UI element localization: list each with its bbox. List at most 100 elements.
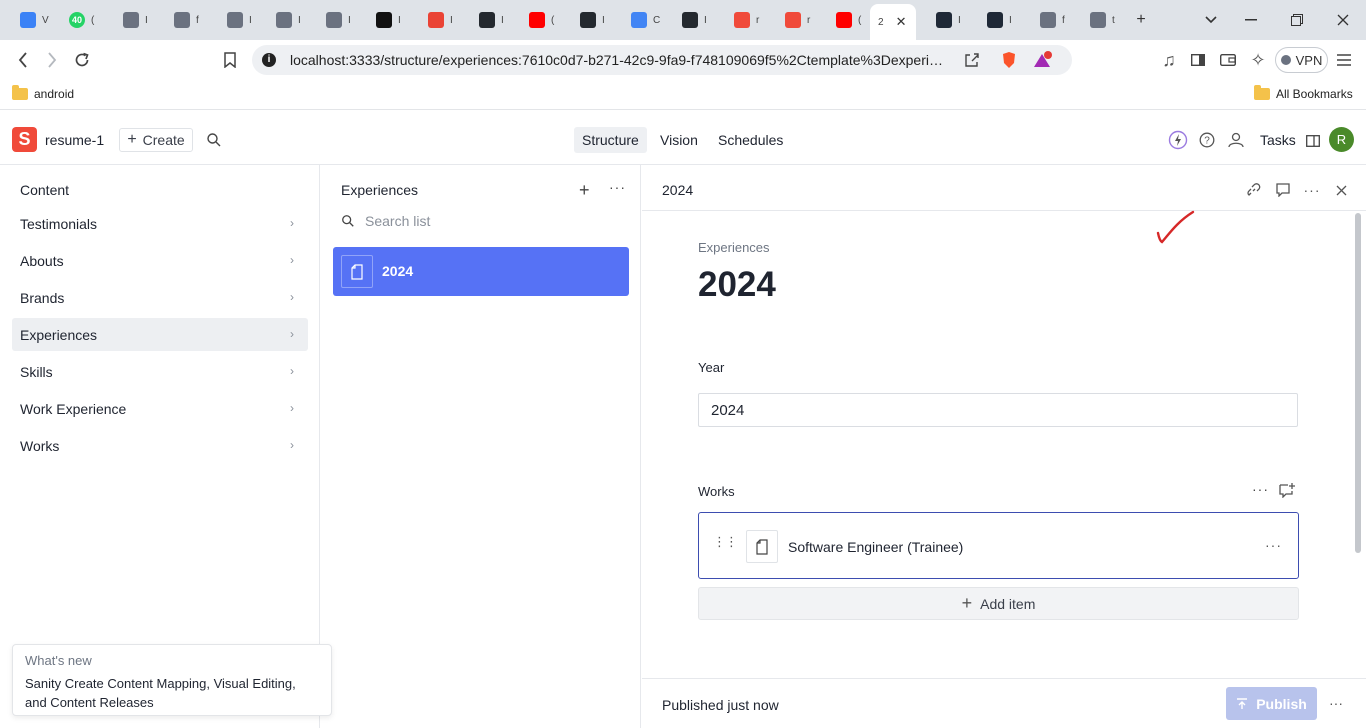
browser-tab[interactable]: ( bbox=[521, 6, 567, 34]
create-button[interactable]: + Create bbox=[119, 128, 193, 152]
lightning-icon[interactable] bbox=[1167, 129, 1189, 151]
sidebar-item-experiences[interactable]: Experiences › bbox=[12, 318, 308, 351]
browser-tab[interactable]: I bbox=[572, 6, 618, 34]
new-tab-icon[interactable]: + bbox=[1129, 8, 1153, 32]
avatar[interactable]: R bbox=[1329, 127, 1354, 152]
users-icon[interactable] bbox=[1225, 129, 1247, 151]
vpn-button[interactable]: VPN bbox=[1275, 47, 1328, 73]
forward-icon[interactable] bbox=[39, 48, 65, 72]
close-pane-icon[interactable] bbox=[1332, 181, 1350, 199]
sanity-icon bbox=[734, 12, 750, 28]
pane-menu-icon[interactable]: ··· bbox=[609, 179, 626, 195]
footer-menu-icon[interactable]: ··· bbox=[1329, 695, 1343, 711]
tab-title: I bbox=[1009, 14, 1012, 26]
chevron-right-icon: › bbox=[290, 216, 294, 230]
site-info-icon[interactable]: i bbox=[262, 53, 276, 67]
tasks-button[interactable]: Tasks bbox=[1260, 132, 1320, 148]
browser-tab[interactable]: r bbox=[726, 6, 772, 34]
sidebar-item-skills[interactable]: Skills › bbox=[12, 355, 308, 388]
address-bar[interactable]: i localhost:3333/structure/experiences:7… bbox=[252, 45, 1072, 75]
restore-window-icon[interactable] bbox=[1285, 8, 1309, 32]
add-document-icon[interactable]: + bbox=[579, 180, 590, 201]
search-list-input[interactable]: Search list bbox=[341, 213, 430, 229]
item-menu-icon[interactable]: ··· bbox=[1265, 537, 1282, 553]
close-tab-icon[interactable]: ✕ bbox=[896, 14, 907, 30]
share-icon[interactable] bbox=[962, 51, 982, 69]
browser-tab[interactable]: t bbox=[1082, 6, 1128, 34]
url-text[interactable]: localhost:3333/structure/experiences:761… bbox=[290, 52, 950, 68]
drag-handle-icon[interactable]: ⋮⋮ bbox=[713, 535, 738, 548]
brave-rewards-icon[interactable] bbox=[1033, 51, 1053, 69]
sidebar-item-work-experience[interactable]: Work Experience › bbox=[12, 392, 308, 425]
close-window-icon[interactable] bbox=[1331, 8, 1355, 32]
add-item-button[interactable]: + Add item bbox=[698, 587, 1299, 620]
browser-tab[interactable]: r bbox=[777, 6, 823, 34]
chevron-right-icon: › bbox=[290, 327, 294, 341]
minimize-window-icon[interactable] bbox=[1239, 8, 1263, 32]
tab-title: I bbox=[398, 14, 401, 26]
bookmark-icon[interactable] bbox=[217, 48, 243, 72]
search-icon[interactable] bbox=[206, 132, 222, 148]
sidebar-item-works[interactable]: Works › bbox=[12, 429, 308, 462]
browser-tab[interactable]: I bbox=[471, 6, 517, 34]
comment-icon[interactable] bbox=[1274, 181, 1292, 199]
media-icon[interactable]: ♫ bbox=[1156, 48, 1182, 72]
document-icon bbox=[341, 255, 373, 288]
tab-title: 2 bbox=[878, 16, 884, 28]
browser-tab[interactable]: C bbox=[623, 6, 669, 34]
browser-tab[interactable]: f bbox=[166, 6, 212, 34]
link-icon[interactable] bbox=[1245, 181, 1263, 199]
browser-tab[interactable]: I bbox=[318, 6, 364, 34]
browser-tab[interactable]: 40 ( bbox=[61, 6, 107, 34]
plus-icon: + bbox=[961, 593, 973, 613]
sidebar-icon[interactable] bbox=[1185, 48, 1211, 72]
bookmark-folder-android[interactable]: android bbox=[12, 85, 74, 101]
browser-tab[interactable]: I bbox=[268, 6, 314, 34]
scrollbar[interactable] bbox=[1355, 213, 1361, 553]
leo-ai-icon[interactable]: ✧ bbox=[1245, 48, 1271, 72]
tab-search-chevron-icon[interactable] bbox=[1199, 8, 1223, 32]
sidebar-item-testimonials[interactable]: Testimonials › bbox=[12, 207, 308, 240]
globe-icon bbox=[174, 12, 190, 28]
hackerrank-icon bbox=[376, 12, 392, 28]
browser-tab[interactable]: I bbox=[979, 6, 1025, 34]
add-comment-icon[interactable] bbox=[1279, 482, 1295, 503]
browser-tab[interactable]: I bbox=[219, 6, 265, 34]
sidebar-item-brands[interactable]: Brands › bbox=[12, 281, 308, 314]
tab-structure[interactable]: Structure bbox=[574, 127, 647, 153]
next-icon bbox=[227, 12, 243, 28]
next-icon bbox=[326, 12, 342, 28]
sanity-logo[interactable]: S bbox=[12, 127, 37, 152]
whats-new-card[interactable]: What's new Sanity Create Content Mapping… bbox=[12, 644, 332, 716]
publish-button[interactable]: Publish bbox=[1226, 687, 1317, 720]
browser-tab[interactable]: I bbox=[115, 6, 161, 34]
wallet-icon[interactable] bbox=[1215, 48, 1241, 72]
tab-title: f bbox=[196, 14, 199, 26]
all-bookmarks[interactable]: All Bookmarks bbox=[1254, 85, 1353, 101]
workspace-name[interactable]: resume-1 bbox=[45, 132, 104, 148]
browser-tab[interactable]: V bbox=[12, 6, 58, 34]
works-array-item[interactable]: ⋮⋮ Software Engineer (Trainee) ··· bbox=[698, 512, 1299, 579]
reload-icon[interactable] bbox=[69, 48, 95, 72]
document-menu-icon[interactable]: ··· bbox=[1303, 181, 1321, 199]
browser-tab[interactable]: f bbox=[1032, 6, 1078, 34]
help-icon[interactable]: ? bbox=[1196, 129, 1218, 151]
brave-shield-icon[interactable] bbox=[999, 51, 1019, 69]
whats-new-text[interactable]: Sanity Create Content Mapping, Visual Ed… bbox=[25, 674, 319, 712]
tab-vision[interactable]: Vision bbox=[652, 127, 706, 153]
breadcrumb: Experiences bbox=[698, 240, 770, 255]
browser-tab[interactable]: I bbox=[420, 6, 466, 34]
browser-tab[interactable]: 2 ✕ bbox=[870, 4, 916, 40]
list-item[interactable]: 2024 bbox=[333, 247, 629, 296]
menu-hamburger-icon[interactable] bbox=[1331, 48, 1357, 72]
document-header-title: 2024 bbox=[662, 182, 694, 198]
back-icon[interactable] bbox=[10, 48, 36, 72]
browser-tab[interactable]: I bbox=[674, 6, 720, 34]
sidebar-item-abouts[interactable]: Abouts › bbox=[12, 244, 308, 277]
browser-tab[interactable]: ( bbox=[828, 6, 874, 34]
year-input[interactable] bbox=[698, 393, 1298, 427]
works-menu-icon[interactable]: ··· bbox=[1252, 481, 1269, 497]
browser-tab[interactable]: I bbox=[928, 6, 974, 34]
tab-schedules[interactable]: Schedules bbox=[710, 127, 791, 153]
browser-tab[interactable]: I bbox=[368, 6, 414, 34]
